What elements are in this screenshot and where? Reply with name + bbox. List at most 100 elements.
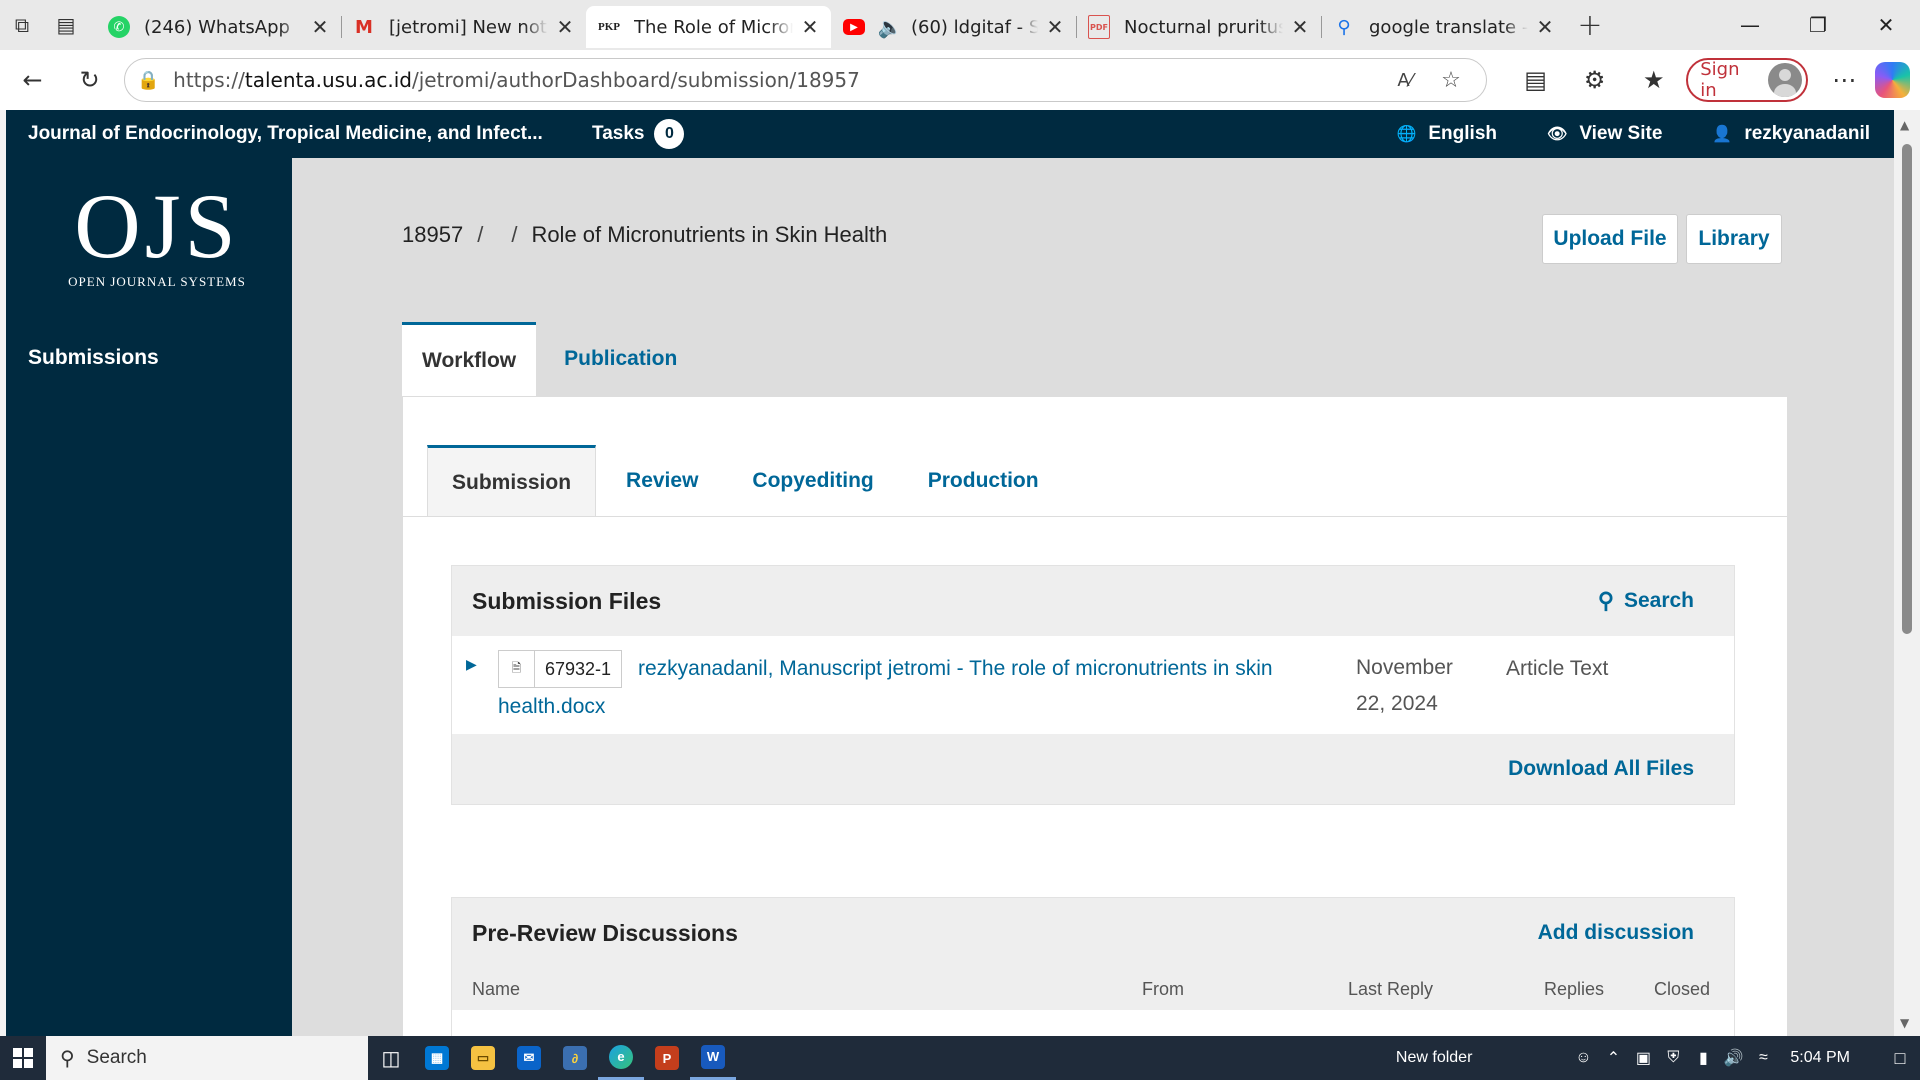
scroll-up-icon[interactable]: ▲ [1900,118,1909,132]
volume-icon[interactable]: 🔊 [1718,1048,1748,1068]
pkp-icon: PKP [598,21,620,33]
close-tab-icon[interactable]: ✕ [1534,15,1556,39]
python-idle-icon[interactable]: ∂ [552,1036,598,1080]
tab-copyediting[interactable]: Copyediting [728,445,897,517]
search-icon: ⚲ [1597,588,1614,613]
scroll-down-icon[interactable]: ▼ [1900,1016,1909,1030]
library-button[interactable]: Library [1686,214,1782,264]
scrollbar-thumb[interactable] [1902,144,1912,634]
taskbar-toolbar-label[interactable]: New folder [1396,1049,1472,1067]
wifi-icon[interactable]: ≈ [1748,1049,1778,1067]
file-download-link[interactable]: rezkyanadanil, Manuscript jetromi - The … [498,650,1298,726]
close-tab-icon[interactable]: ✕ [1044,15,1066,39]
url-text[interactable]: https://talenta.usu.ac.id/jetromi/author… [173,68,1382,92]
browser-tab-youtube[interactable]: ▶ 🔈 (60) ldgitaf - S ✕ [831,6,1076,48]
breadcrumb: 18957// Role of Micronutrients in Skin He… [402,222,888,247]
browser-toolbar: ← ↻ 🔒 https://talenta.usu.ac.id/jetromi/… [0,50,1920,110]
search-icon: ⚲ [60,1047,75,1070]
tasks-count-badge: 0 [654,119,685,149]
more-menu-icon[interactable]: ⋯ [1822,57,1867,103]
battery-icon[interactable]: ▮ [1688,1048,1718,1068]
copilot-icon[interactable] [1874,62,1910,98]
powerpoint-icon[interactable]: P [644,1036,690,1080]
sidebar-item-submissions[interactable]: Submissions [28,346,159,370]
column-name: Name [472,978,521,999]
column-closed: Closed [1654,978,1711,999]
add-discussion-link[interactable]: Add discussion [1538,921,1694,945]
grid-header: Submission Files ⚲ Search [452,566,1734,636]
table-row: ▶ 🗎 67932-1 rezkyanadanil, Manuscript je… [452,636,1734,734]
people-icon[interactable]: ☺ [1568,1049,1598,1067]
expand-row-icon[interactable]: ▶ [466,656,477,673]
close-tab-icon[interactable]: ✕ [309,15,331,39]
pre-review-discussions-grid: Pre-Review Discussions Add discussion Na… [451,897,1735,1036]
close-tab-icon[interactable]: ✕ [1289,15,1311,39]
download-all-files-link[interactable]: Download All Files [1508,757,1694,781]
minimize-icon[interactable]: — [1716,0,1784,50]
stage-tabs: Submission Review Copyediting Production [427,445,1069,517]
close-tab-icon[interactable]: ✕ [554,15,576,39]
refresh-icon[interactable]: ↻ [67,57,112,103]
favorites-icon[interactable]: ★ [1631,57,1676,103]
meet-now-icon[interactable]: ▣ [1628,1048,1658,1068]
file-genre: Article Text [1506,657,1609,680]
address-bar[interactable]: 🔒 https://talenta.usu.ac.id/jetromi/auth… [124,58,1488,102]
tab-submission[interactable]: Submission [427,445,597,517]
tab-actions-icon[interactable]: ▤ [44,0,88,50]
restore-icon[interactable]: ❐ [1784,0,1852,50]
reading-view-icon[interactable]: ▤ [1513,57,1558,103]
whatsapp-icon: ✆ [108,16,130,38]
word-icon[interactable]: W [690,1036,736,1080]
file-explorer-icon[interactable]: ▭ [460,1036,506,1080]
read-aloud-icon[interactable]: A⁄ [1382,70,1428,91]
browser-tab-strip: ⧉ ▤ ✆ (246) WhatsApp ✕ M [jetromi] New n… [0,0,1920,50]
search-files-button[interactable]: ⚲ Search [1598,588,1694,614]
browser-tab-gmail[interactable]: M [jetromi] New notifi ✕ [341,6,586,48]
taskbar-search[interactable]: ⚲ Search [46,1036,368,1080]
microsoft-store-icon[interactable]: ▦ [414,1036,460,1080]
browser-tab-whatsapp[interactable]: ✆ (246) WhatsApp ✕ [96,6,341,48]
close-window-icon[interactable]: ✕ [1852,0,1920,50]
notification-center-icon[interactable]: □ [1880,1048,1920,1069]
submission-files-grid: Submission Files ⚲ Search ▶ 🗎 67932-1 re… [451,565,1735,805]
new-tab-button[interactable]: + [1566,4,1614,46]
close-tab-icon[interactable]: ✕ [799,15,821,39]
lock-icon[interactable]: 🔒 [137,70,167,91]
tasks-button[interactable]: Tasks 0 [592,119,685,149]
sign-in-button[interactable]: Sign in [1686,58,1808,102]
back-icon[interactable]: ← [10,57,55,103]
user-icon: 👤 [1712,126,1733,143]
start-button[interactable] [0,1036,46,1080]
page-scrollbar[interactable]: ▲ ▼ [1894,110,1920,1036]
ojs-logo[interactable]: OJS OPEN JOURNAL SYSTEMS [62,180,252,290]
audio-playing-icon[interactable]: 🔈 [878,15,903,39]
language-menu[interactable]: 🌐 English [1396,123,1497,145]
task-view-icon[interactable]: ◫ [368,1036,414,1080]
submission-id: 18957 [402,222,464,247]
mail-icon[interactable]: ✉ [506,1036,552,1080]
browser-tab-search[interactable]: ⚲ google translate - S ✕ [1321,6,1566,48]
browser-tab-pdf[interactable]: PDF Nocturnal pruritus ✕ [1076,6,1321,48]
tab-workflow[interactable]: Workflow [402,322,537,396]
ojs-main: 18957// Role of Micronutrients in Skin He… [292,158,1894,1036]
extensions-icon[interactable]: ⚙ [1572,57,1617,103]
view-site-link[interactable]: 👁 View Site [1547,123,1662,145]
tab-production[interactable]: Production [904,445,1063,517]
journal-name[interactable]: Journal of Endocrinology, Tropical Medic… [28,123,558,145]
windows-logo-icon [13,1048,33,1068]
grid-column-headers: Name From Last Reply Replies Closed [452,968,1734,1010]
ojs-sidebar: OJS OPEN JOURNAL SYSTEMS Submissions [6,158,292,1036]
browser-tab-ojs[interactable]: PKP The Role of Micron ✕ [586,6,831,48]
tab-publication[interactable]: Publication [536,322,705,396]
edge-browser-icon[interactable]: e [598,1036,644,1080]
upload-file-button[interactable]: Upload File [1542,214,1678,264]
search-icon: ⚲ [1337,16,1351,38]
favorite-star-icon[interactable]: ☆ [1428,68,1474,93]
user-menu[interactable]: 👤 rezkyanadanil [1712,123,1870,145]
workspaces-icon[interactable]: ⧉ [0,0,44,50]
pdf-icon: PDF [1088,15,1110,39]
clock-time[interactable]: 5:04 PM [1790,1049,1850,1067]
tab-review[interactable]: Review [602,445,722,517]
show-hidden-icons-icon[interactable]: ⌃ [1598,1048,1628,1068]
security-shield-icon[interactable]: ⛨ [1658,1049,1688,1067]
